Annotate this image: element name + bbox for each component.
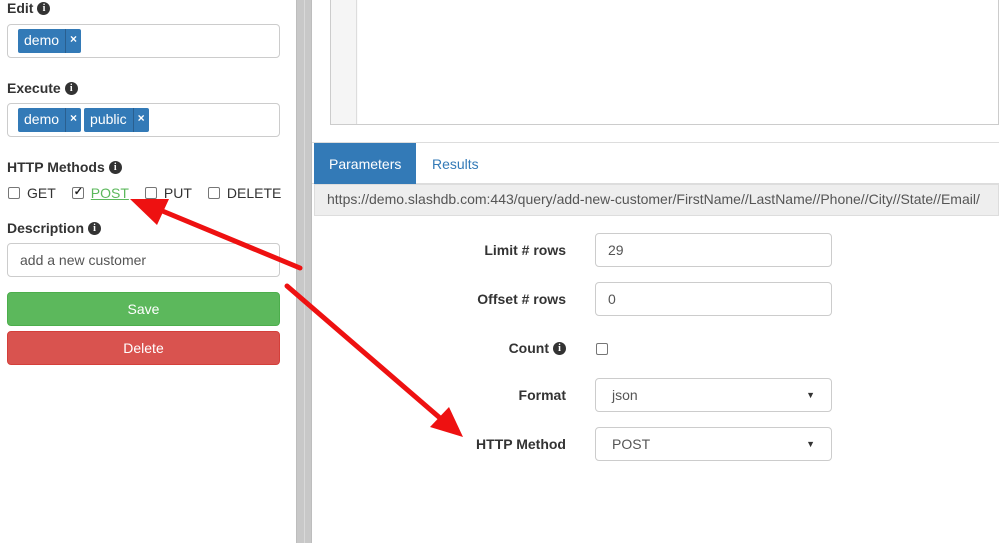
tag-public: public ×: [84, 108, 149, 132]
format-value: json: [612, 387, 638, 403]
delete-checkbox[interactable]: [207, 187, 220, 199]
http-method-select[interactable]: POST ▼: [595, 427, 832, 461]
info-icon[interactable]: i: [108, 160, 122, 174]
delete-method-label[interactable]: DELETE: [227, 185, 281, 201]
delete-button[interactable]: Delete: [7, 331, 280, 365]
sql-editor[interactable]: [330, 0, 999, 125]
panel-splitter[interactable]: [296, 0, 312, 543]
info-icon[interactable]: i: [64, 81, 78, 95]
tab-results[interactable]: Results: [417, 143, 494, 184]
description-label-text: Description: [7, 220, 85, 236]
tag-remove-icon[interactable]: ×: [65, 108, 81, 132]
offset-rows-input[interactable]: 0: [595, 282, 832, 316]
tag-demo: demo ×: [18, 29, 82, 53]
format-label: Format: [518, 387, 566, 403]
chevron-down-icon: ▼: [806, 439, 815, 449]
http-methods-group: GET POST PUT DELETE: [8, 185, 297, 201]
description-label: Description i: [7, 220, 102, 236]
limit-rows-input[interactable]: 29: [595, 233, 832, 267]
execute-tags-input[interactable]: demo × public ×: [7, 103, 280, 137]
count-label-text: Count: [508, 340, 549, 356]
offset-rows-label: Offset # rows: [477, 291, 566, 307]
get-checkbox[interactable]: [8, 187, 20, 199]
http-method-value: POST: [612, 436, 651, 452]
description-input[interactable]: add a new customer: [7, 243, 280, 277]
tag-label: demo: [24, 32, 60, 48]
query-main-panel: Parameters Results https://demo.slashdb.…: [312, 0, 999, 543]
info-icon[interactable]: i: [37, 1, 51, 15]
put-label[interactable]: PUT: [164, 185, 192, 201]
info-icon[interactable]: i: [553, 341, 566, 355]
tab-parameters[interactable]: Parameters: [314, 143, 416, 184]
tag-demo: demo ×: [18, 108, 82, 132]
editor-code-area[interactable]: [358, 0, 998, 124]
limit-rows-label: Limit # rows: [484, 242, 566, 258]
count-checkbox[interactable]: [596, 343, 608, 355]
info-icon[interactable]: i: [88, 221, 102, 235]
count-label: Count i: [509, 340, 566, 356]
edit-label: Edit i: [7, 0, 51, 16]
edit-tags-input[interactable]: demo ×: [7, 24, 280, 58]
http-methods-label: HTTP Methods i: [7, 159, 122, 175]
execute-label-text: Execute: [7, 80, 61, 96]
tag-label: public: [90, 111, 127, 127]
tag-remove-icon[interactable]: ×: [65, 29, 81, 53]
tab-bar: Parameters Results: [312, 142, 999, 184]
http-methods-label-text: HTTP Methods: [7, 159, 105, 175]
description-value: add a new customer: [20, 252, 147, 268]
query-url: https://demo.slashdb.com:443/query/add-n…: [314, 184, 999, 216]
offset-rows-value: 0: [608, 291, 616, 307]
editor-gutter: [331, 0, 357, 124]
tag-label: demo: [24, 111, 60, 127]
put-checkbox[interactable]: [144, 187, 157, 199]
execute-label: Execute i: [7, 80, 78, 96]
save-button[interactable]: Save: [7, 292, 280, 326]
query-settings-panel: Edit i demo × Execute i demo × public × …: [0, 0, 296, 543]
chevron-down-icon: ▼: [806, 390, 815, 400]
post-checkbox[interactable]: [71, 185, 84, 199]
tag-remove-icon[interactable]: ×: [132, 108, 149, 132]
http-method-label: HTTP Method: [476, 436, 566, 452]
format-select[interactable]: json ▼: [595, 378, 832, 412]
get-label[interactable]: GET: [27, 185, 56, 201]
post-label[interactable]: POST: [91, 185, 129, 201]
limit-rows-value: 29: [608, 242, 624, 258]
edit-label-text: Edit: [7, 0, 34, 16]
